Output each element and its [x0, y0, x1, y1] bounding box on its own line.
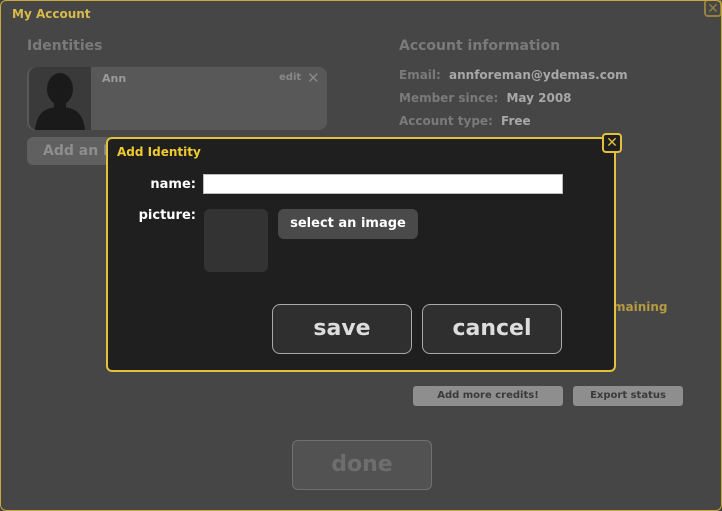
person-silhouette-icon: [35, 73, 85, 130]
avatar: [29, 67, 91, 130]
member-since-label: Member since:: [399, 91, 499, 105]
save-button[interactable]: save: [272, 304, 412, 354]
name-label: name:: [150, 177, 196, 192]
credits-remaining-text: maining: [613, 300, 668, 314]
email-value: annforeman@ydemas.com: [449, 68, 628, 82]
cancel-button[interactable]: cancel: [422, 304, 562, 354]
email-row: Email: annforeman@ydemas.com: [399, 68, 628, 82]
account-type-row: Account type: Free: [399, 114, 531, 128]
email-label: Email:: [399, 68, 441, 82]
member-since-row: Member since: May 2008: [399, 91, 572, 105]
window-title: My Account: [12, 7, 91, 21]
identity-card[interactable]: Ann edit ✕: [27, 67, 327, 130]
done-button[interactable]: done: [292, 440, 432, 490]
select-image-button[interactable]: select an image: [278, 209, 418, 239]
account-info-heading: Account information: [399, 38, 561, 54]
account-type-value: Free: [501, 114, 531, 128]
dialog-close-icon[interactable]: ✕: [602, 133, 622, 153]
identity-name: Ann: [102, 72, 127, 85]
identity-edit-link[interactable]: edit: [279, 72, 301, 83]
export-status-button[interactable]: Export status: [573, 386, 683, 406]
window-close-icon[interactable]: ✕: [704, 0, 722, 17]
add-identity-dialog: Add Identity ✕ name: picture: select an …: [106, 133, 622, 372]
name-input[interactable]: [203, 174, 563, 194]
identities-heading: Identities: [27, 38, 103, 54]
add-credits-button[interactable]: Add more credits!: [413, 386, 563, 406]
picture-label: picture:: [138, 208, 196, 223]
member-since-value: May 2008: [506, 91, 572, 105]
identity-remove-icon[interactable]: ✕: [307, 69, 320, 87]
picture-preview: [204, 209, 268, 272]
dialog-title: Add Identity: [117, 145, 201, 159]
account-type-label: Account type:: [399, 114, 493, 128]
